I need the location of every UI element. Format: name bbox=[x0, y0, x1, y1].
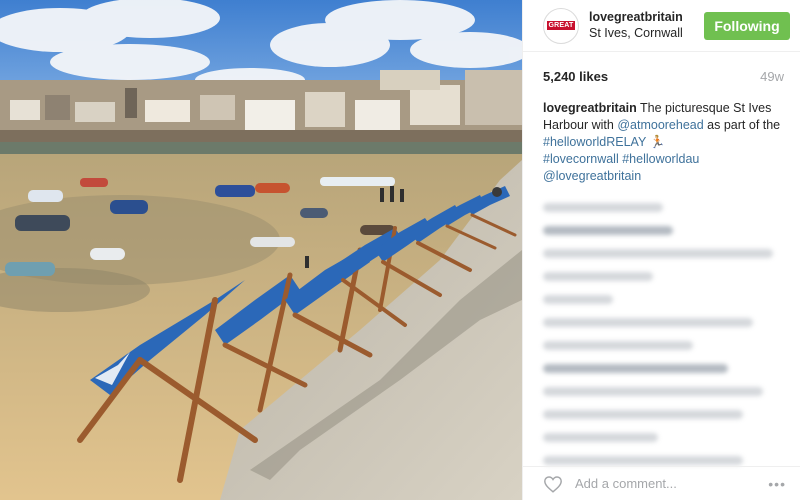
blurred-comment-line bbox=[543, 410, 743, 419]
post-timestamp[interactable]: 49w bbox=[760, 69, 784, 84]
post-details-panel: GREAT lovegreatbritain St Ives, Cornwall… bbox=[522, 0, 800, 500]
instagram-post: GREAT lovegreatbritain St Ives, Cornwall… bbox=[0, 0, 800, 500]
blurred-comment-line bbox=[543, 318, 753, 327]
more-options-icon[interactable]: ••• bbox=[768, 476, 786, 492]
avatar[interactable]: GREAT bbox=[543, 7, 579, 44]
username-link[interactable]: lovegreatbritain bbox=[589, 10, 704, 25]
post-stats: 5,240 likes 49w bbox=[523, 52, 800, 100]
hashtag-lovecornwall[interactable]: #lovecornwall bbox=[543, 152, 619, 166]
blurred-comment-line bbox=[543, 272, 653, 281]
blurred-comments bbox=[523, 185, 800, 465]
add-comment-input[interactable] bbox=[575, 476, 769, 491]
mention-lovegreatbritain[interactable]: @lovegreatbritain bbox=[543, 169, 641, 183]
harbour-photo-illustration bbox=[0, 0, 522, 500]
post-caption: lovegreatbritain The picturesque St Ives… bbox=[523, 100, 800, 185]
blurred-comment-line bbox=[543, 341, 693, 350]
blurred-comment-line bbox=[543, 456, 743, 465]
caption-text: as part of the bbox=[703, 118, 781, 132]
avatar-logo-text: GREAT bbox=[546, 21, 576, 30]
hashtag-helloworldau[interactable]: #helloworldau bbox=[622, 152, 699, 166]
blurred-comment-line bbox=[543, 433, 658, 442]
mention-atmoorehead[interactable]: @atmoorehead bbox=[617, 118, 703, 132]
likes-count[interactable]: 5,240 likes bbox=[543, 69, 608, 84]
blurred-comment-line bbox=[543, 249, 773, 258]
heart-icon[interactable] bbox=[543, 475, 563, 493]
blurred-comment-line bbox=[543, 387, 763, 396]
comment-bar: ••• bbox=[523, 466, 800, 500]
hashtag-helloworldrelay[interactable]: #helloworldRELAY bbox=[543, 135, 646, 149]
caption-username[interactable]: lovegreatbritain bbox=[543, 101, 637, 115]
blurred-comment-line bbox=[543, 364, 728, 373]
following-button[interactable]: Following bbox=[704, 11, 790, 40]
location-link[interactable]: St Ives, Cornwall bbox=[589, 26, 704, 41]
blurred-comment-line bbox=[543, 295, 613, 304]
runner-emoji: 🏃🏼 bbox=[646, 135, 666, 149]
blurred-comment-line bbox=[543, 203, 663, 212]
post-header: GREAT lovegreatbritain St Ives, Cornwall… bbox=[523, 0, 800, 52]
blurred-comment-line bbox=[543, 226, 673, 235]
user-block: lovegreatbritain St Ives, Cornwall bbox=[589, 10, 704, 41]
post-photo[interactable] bbox=[0, 0, 522, 500]
